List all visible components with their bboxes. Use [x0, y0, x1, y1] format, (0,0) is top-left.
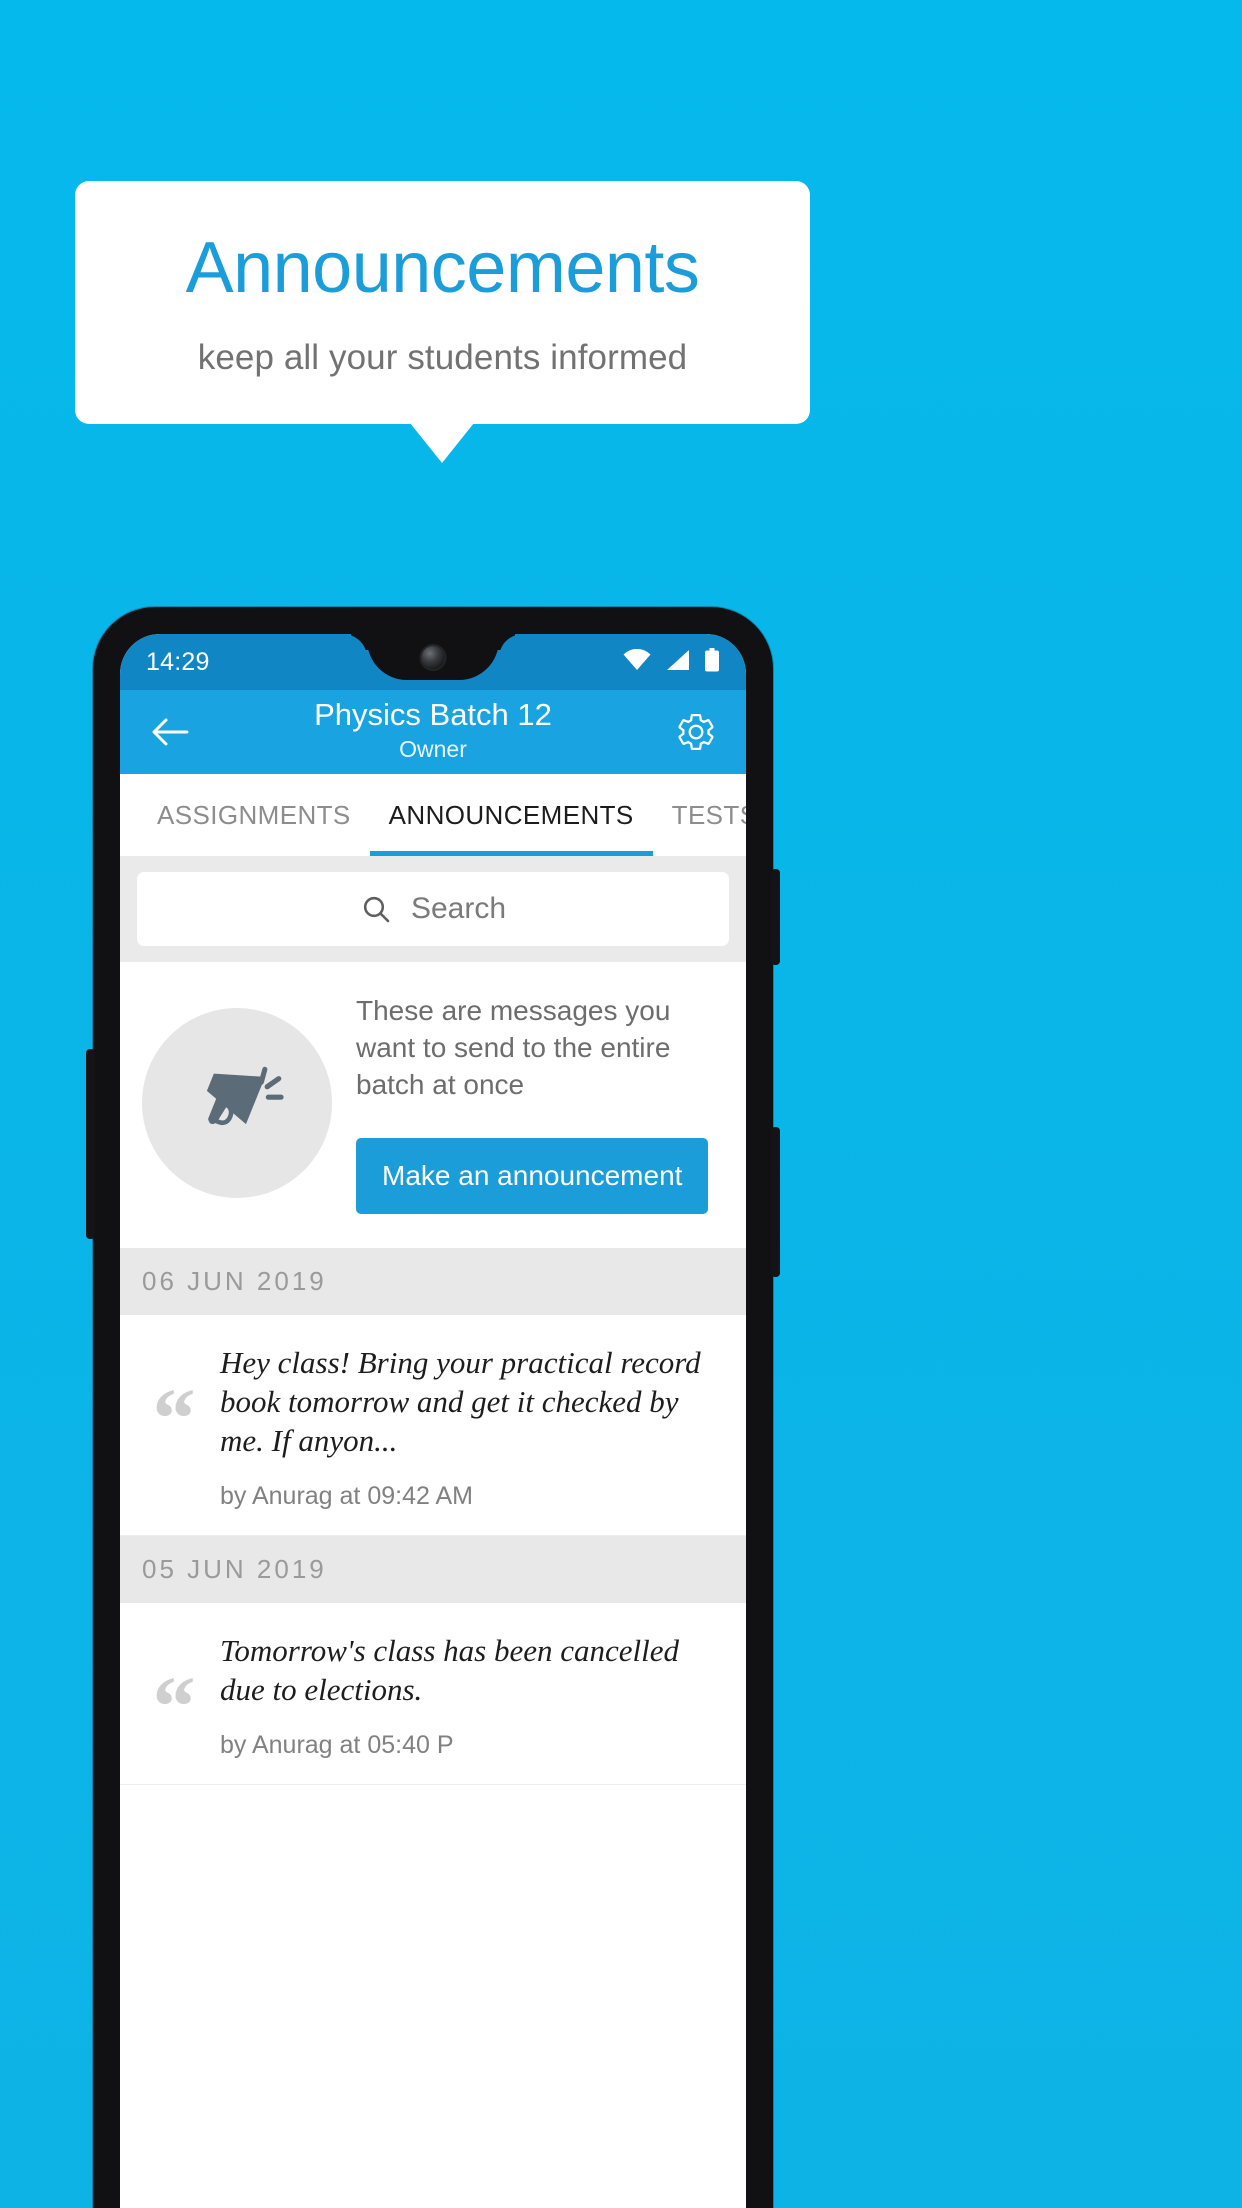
- make-announcement-button[interactable]: Make an announcement: [356, 1137, 709, 1214]
- wifi-icon: [622, 648, 652, 676]
- announcement-promo-description: These are messages you want to send to t…: [356, 995, 671, 1101]
- battery-icon: [704, 647, 720, 677]
- status-bar: 14:29: [120, 634, 746, 690]
- date-header: 06 JUN 2019: [120, 1247, 746, 1315]
- status-bar-time: 14:29: [146, 647, 210, 676]
- tab-tests[interactable]: TESTS: [653, 774, 746, 856]
- announcement-promo-card: These are messages you want to send to t…: [120, 962, 746, 1248]
- megaphone-icon-circle: [142, 1007, 332, 1198]
- front-camera-icon: [421, 646, 445, 669]
- announcement-meta: by Anurag at 09:42 AM: [220, 1481, 473, 1510]
- page-subtitle: Owner: [399, 736, 467, 763]
- phone-side-button-left[interactable]: [86, 1049, 95, 1239]
- status-bar-icons: [622, 647, 720, 677]
- tab-bar: ASSIGNMENTS ANNOUNCEMENTS TESTS V: [120, 774, 746, 856]
- search-icon: [363, 896, 390, 923]
- announcement-promo-right: These are messages you want to send to t…: [356, 992, 724, 1214]
- quote-mark-icon: “: [152, 1657, 196, 1754]
- promo-title: Announcements: [185, 227, 700, 308]
- cellular-signal-icon: [665, 649, 691, 676]
- tab-assignments[interactable]: ASSIGNMENTS: [138, 774, 370, 856]
- megaphone-icon: [206, 1066, 284, 1125]
- back-button[interactable]: [144, 706, 196, 758]
- date-header: 05 JUN 2019: [120, 1535, 746, 1603]
- search-input[interactable]: Search: [137, 872, 729, 946]
- app-bar-titles: Physics Batch 12 Owner: [120, 697, 746, 763]
- gear-icon: [678, 713, 714, 751]
- announcement-body: Tomorrow's class has been cancelled due …: [220, 1631, 724, 1760]
- search-container: Search: [120, 856, 746, 962]
- phone-screen: 14:29 Physics Batch 12 Owner ASSIGNMENTS…: [120, 634, 746, 2208]
- settings-button[interactable]: [670, 706, 722, 758]
- announcement-item[interactable]: “ Tomorrow's class has been cancelled du…: [120, 1602, 746, 1785]
- announcement-item[interactable]: “ Hey class! Bring your practical record…: [120, 1314, 746, 1536]
- page-title: Physics Batch 12: [314, 697, 552, 732]
- search-placeholder: Search: [410, 892, 507, 925]
- phone-notch: [367, 634, 499, 680]
- announcement-text: Tomorrow's class has been cancelled due …: [220, 1632, 679, 1707]
- promo-callout-card: Announcements keep all your students inf…: [75, 181, 810, 424]
- tab-announcements[interactable]: ANNOUNCEMENTS: [369, 774, 653, 856]
- arrow-left-icon: [152, 718, 189, 746]
- phone-device-frame: 14:29 Physics Batch 12 Owner ASSIGNMENTS…: [86, 607, 780, 2208]
- quote-mark-icon: “: [152, 1369, 196, 1466]
- promo-callout-tail: [410, 423, 474, 463]
- announcement-meta: by Anurag at 05:40 P: [220, 1730, 454, 1759]
- phone-power-button[interactable]: [771, 869, 780, 965]
- app-bar: Physics Batch 12 Owner: [120, 690, 746, 774]
- promo-subtitle: keep all your students informed: [197, 337, 688, 377]
- announcement-body: Hey class! Bring your practical record b…: [220, 1343, 724, 1511]
- announcement-text: Hey class! Bring your practical record b…: [220, 1344, 701, 1458]
- phone-volume-button[interactable]: [771, 1127, 780, 1277]
